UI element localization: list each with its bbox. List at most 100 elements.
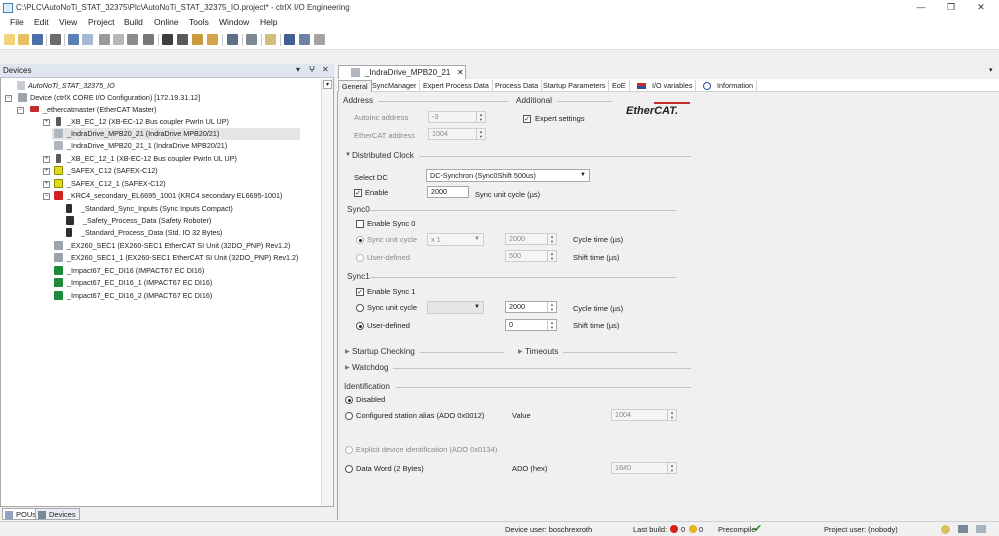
tree-scrollbar[interactable]: ▾ [321,79,333,506]
watchdog-heading[interactable]: Watchdog [352,363,389,372]
tab-devices[interactable]: Devices [35,508,80,520]
tab-startup-parameters[interactable]: Startup Parameters [540,80,610,92]
menu-build[interactable]: Build [124,17,143,27]
new-project-icon[interactable] [4,34,15,45]
drive-icon [54,141,63,150]
tab-expert-process-data[interactable]: Expert Process Data [420,80,493,92]
ethercat-master-icon [30,106,39,112]
dc-enable-checkbox[interactable]: ✓ [354,189,362,197]
divider [378,101,508,102]
sync0-user-defined-radio [356,254,364,262]
expand-toggle[interactable]: + [43,119,50,126]
tab-eoe[interactable]: EoE [609,80,630,92]
startup-checking-heading[interactable]: Startup Checking [352,347,415,356]
expand-toggle[interactable]: − [17,107,24,114]
sync-unit-cycle-field[interactable]: 2000 [427,186,469,198]
sync1-unit-cycle-radio[interactable] [356,304,364,312]
expand-toggle[interactable]: + [43,168,50,175]
valve-unit-icon [54,241,63,250]
replace-icon[interactable] [177,34,188,45]
menu-edit[interactable]: Edit [34,17,49,27]
close-button[interactable]: ✕ [967,1,995,14]
expand-icon[interactable]: ▶ [345,348,350,355]
minimize-button[interactable]: — [907,1,935,14]
expert-settings-label: Expert settings [535,114,585,123]
sync1-shift-time-field[interactable]: 0 ▲ ▼ [505,319,557,331]
collapse-icon[interactable]: ▼ [345,152,351,158]
delete-icon[interactable] [143,34,154,45]
select-dc-dropdown[interactable]: DC-Synchron (Sync0Shift 500us) ▼ [426,169,590,182]
enable-sync0-checkbox[interactable] [356,220,364,228]
tab-general[interactable]: General [338,80,372,92]
window-title: C:\PLC\AutoNoTi_STAT_32375\Plc\AutoNoTi_… [16,3,350,12]
menu-online[interactable]: Online [154,17,179,27]
sync1-user-defined-radio[interactable] [356,322,364,330]
toolbar-separator [46,34,47,46]
redo-icon[interactable] [82,34,93,45]
tab-information[interactable]: Information [699,80,757,92]
save-icon[interactable] [32,34,43,45]
sync1-unit-cycle-label: Sync unit cycle [367,303,418,312]
build-icon[interactable] [265,34,276,45]
menu-file[interactable]: File [10,17,24,27]
expand-toggle[interactable]: + [43,156,50,163]
maximize-button[interactable]: ❐ [937,1,965,14]
pin-icon[interactable]: ⵖ [309,65,315,74]
monitor-icon[interactable] [958,525,968,533]
menu-view[interactable]: View [59,17,77,27]
scan-icon[interactable] [314,34,325,45]
tab-list-dropdown-icon[interactable]: ▾ [989,66,993,74]
expand-icon[interactable]: ▶ [518,348,523,355]
export-icon[interactable] [246,34,257,45]
station-alias-radio[interactable] [345,412,353,420]
paste-icon[interactable] [127,34,138,45]
bus-coupler-icon [56,117,61,126]
open-project-icon[interactable] [18,34,29,45]
expand-toggle[interactable]: − [43,193,50,200]
expand-toggle[interactable]: − [5,95,12,102]
bookmark-icon[interactable] [207,34,218,45]
find-icon[interactable] [162,34,173,45]
hint-icon[interactable] [941,525,950,534]
menu-project[interactable]: Project [88,17,114,27]
pous-icon [5,511,13,519]
cut-icon[interactable] [99,34,110,45]
station-alias-label: Configured station alias (ADO 0x0012) [356,411,485,420]
identification-disabled-radio[interactable] [345,396,353,404]
menu-help[interactable]: Help [260,17,277,27]
panel-menu-button[interactable]: ▾ [296,65,300,74]
window-icon[interactable] [227,34,238,45]
expand-icon[interactable]: ▶ [345,364,350,371]
scroll-down-icon[interactable]: ▾ [323,80,332,89]
settings-icon[interactable] [976,525,986,533]
find-in-project-icon[interactable] [192,34,203,45]
tab-process-data[interactable]: Process Data [492,80,543,92]
menu-tools[interactable]: Tools [189,17,209,27]
logout-icon[interactable] [299,34,310,45]
copy-icon[interactable] [113,34,124,45]
panel-close-button[interactable]: ✕ [322,65,329,74]
menu-window[interactable]: Window [219,17,249,27]
distributed-clock-heading[interactable]: Distributed Clock [352,151,414,160]
sync1-cycle-time-field[interactable]: 2000 ▲ ▼ [505,301,557,313]
tab-syncmanager[interactable]: SyncManager [369,80,421,92]
data-word-radio[interactable] [345,465,353,473]
print-icon[interactable] [50,34,61,45]
devices-panel-header: Devices ▾ ⵖ ✕ [0,64,334,78]
tab-close-icon[interactable]: ✕ [457,66,464,79]
bus-coupler-icon [56,154,61,163]
editor-subtabs: General SyncManager Expert Process Data … [337,79,999,92]
tree-node-indradrive-selected[interactable]: _IndraDrive_MPB20_21 (IndraDrive MPB20/2… [52,128,300,140]
expert-settings-checkbox[interactable]: ✓ [523,115,531,123]
login-icon[interactable] [284,34,295,45]
toolbar-separator [64,34,65,46]
safety-io-icon [66,216,74,225]
toolbar-separator [158,34,159,46]
editor-tab-indradrive[interactable]: _IndraDrive_MPB20_21 ✕ [338,65,466,79]
undo-icon[interactable] [68,34,79,45]
tab-io-variables[interactable]: I/O variables [632,80,697,92]
enable-sync1-checkbox[interactable]: ✓ [356,288,364,296]
expand-toggle[interactable]: + [43,181,50,188]
timeouts-heading[interactable]: Timeouts [525,347,558,356]
valve-unit-icon [54,253,63,262]
